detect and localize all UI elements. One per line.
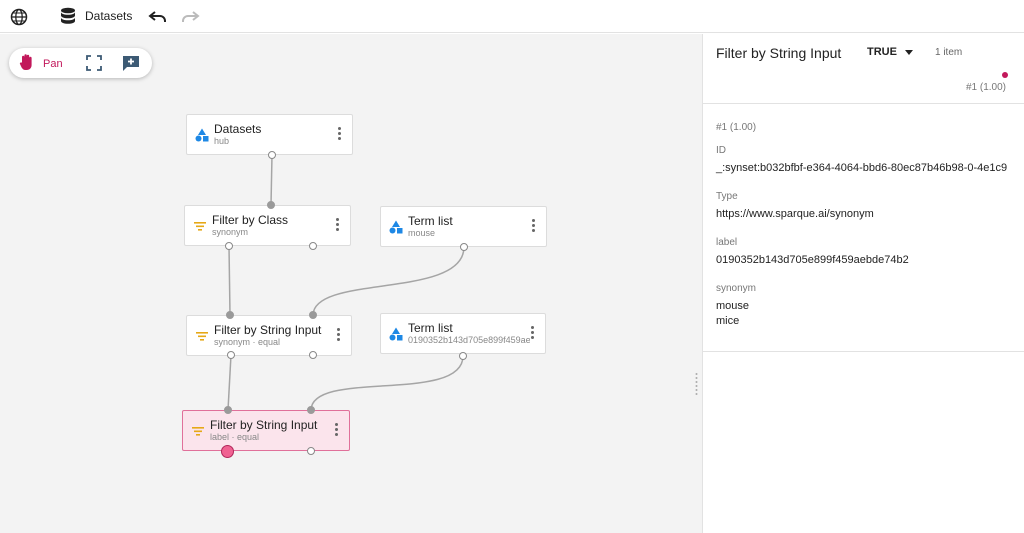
output-port[interactable] [309,242,317,250]
synonym-value: mouse [716,300,750,312]
shapes-icon [389,327,403,341]
synonym-value: mice [716,315,740,327]
node-subtitle: hub [214,136,230,146]
node-subtitle: mouse [408,228,436,238]
selected-output-port[interactable] [221,445,234,458]
output-port[interactable] [268,151,276,159]
input-port[interactable] [307,406,315,414]
value-dropdown[interactable]: TRUE [867,46,913,58]
result-rank: #1 (1.00) [965,82,1006,93]
input-port[interactable] [226,311,234,319]
output-port[interactable] [459,352,467,360]
node-subtitle: 0190352b143d705e899f459aebde74b2 [408,335,530,345]
pan-label: Pan [43,57,63,70]
node-term-list-hash[interactable]: Term list 0190352b143d705e899f459aebde74… [380,313,546,354]
node-subtitle: synonym · equal [214,337,281,347]
output-port[interactable] [307,447,315,455]
resize-handle[interactable] [695,372,698,398]
flow-canvas[interactable]: Pan Datasets hub Filter by Class synonym… [0,34,702,533]
input-port[interactable] [267,201,275,209]
field-value: _:synset:b032bfbf-e364-4064-bbd6-80ec87b… [716,162,1008,174]
top-bar: Datasets [0,0,1024,33]
redo-icon[interactable] [179,6,201,28]
node-menu-icon[interactable] [336,218,340,234]
result-rank-label: #1 (1.00) [716,122,757,133]
filter-icon [192,427,204,436]
node-menu-icon[interactable] [337,328,341,344]
node-datasets[interactable]: Datasets hub [186,114,353,155]
hand-icon [19,53,35,74]
field-type: Type https://www.sparque.ai/synonym [716,191,874,222]
app-title: Datasets [85,9,133,23]
filter-icon [194,222,206,231]
field-label-prop: label 0190352b143d705e899f459aebde74b2 [716,237,909,268]
caret-down-icon [904,49,913,55]
node-title: Term list [408,214,453,228]
pan-button[interactable]: Pan [19,53,63,74]
output-port[interactable] [225,242,233,250]
results-panel: Filter by String Input TRUE 1 item #1 (1… [702,34,1024,533]
panel-title: Filter by String Input [716,45,842,61]
connection-wires [227,154,465,411]
node-subtitle: label · equal [210,432,260,442]
result-count: 1 item [935,47,963,58]
input-port[interactable] [309,311,317,319]
node-filter-by-string-label[interactable]: Filter by String Input label · equal [182,410,350,451]
node-filter-by-string-synonym[interactable]: Filter by String Input synonym · equal [186,315,352,356]
node-menu-icon[interactable] [531,326,535,342]
node-title: Term list [408,321,453,335]
field-label: ID [716,145,726,156]
field-value[interactable]: https://www.sparque.ai/synonym [716,207,874,222]
field-label: Type [716,191,738,202]
node-title: Filter by String Input [214,323,322,337]
shapes-icon [389,220,403,234]
globe-icon[interactable] [8,6,30,28]
add-comment-icon[interactable] [122,54,140,72]
input-port[interactable] [224,406,232,414]
output-port[interactable] [460,243,468,251]
filter-icon [196,332,208,341]
field-value: 0190352b143d705e899f459aebde74b2 [716,254,909,266]
output-port[interactable] [227,351,235,359]
shapes-icon [195,128,209,142]
fit-screen-icon[interactable] [85,54,103,72]
field-synonym: synonym mouse mice [716,283,756,329]
undo-icon[interactable] [147,6,169,28]
field-value: mouse mice [716,299,756,329]
output-port[interactable] [309,351,317,359]
status-dot [1002,72,1008,78]
dropdown-value: TRUE [867,46,897,58]
node-title: Filter by Class [212,213,289,227]
node-subtitle: synonym [212,227,249,237]
canvas-toolbar: Pan [9,48,152,78]
divider [703,103,1024,104]
field-label: label [716,237,738,248]
node-title: Filter by String Input [210,418,318,432]
node-menu-icon[interactable] [338,127,342,143]
node-menu-icon[interactable] [532,219,536,235]
field-label: synonym [716,283,757,294]
node-term-list-mouse[interactable]: Term list mouse [380,206,547,247]
node-title: Datasets [214,122,262,136]
node-menu-icon[interactable] [335,423,339,439]
field-id: ID _:synset:b032bfbf-e364-4064-bbd6-80ec… [716,145,1007,176]
divider [703,351,1024,352]
node-filter-by-class[interactable]: Filter by Class synonym [184,205,351,246]
database-icon[interactable] [57,6,79,28]
